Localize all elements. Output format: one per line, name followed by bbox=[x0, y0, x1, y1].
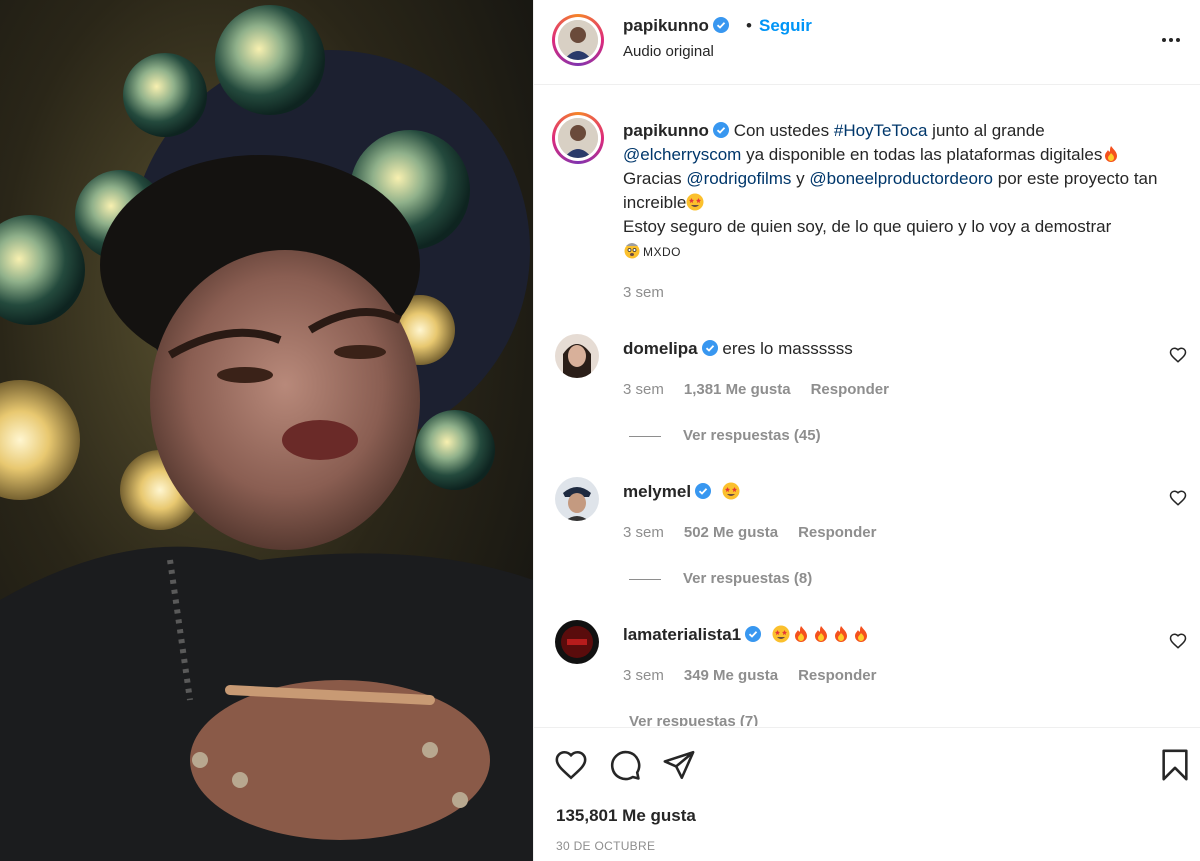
post-photo bbox=[0, 0, 533, 861]
author-avatar-photo bbox=[558, 20, 598, 60]
post-caption: papikunno Con ustedes #HoyTeToca junto a… bbox=[623, 119, 1189, 264]
caption-text-7: Estoy seguro de quien soy, de lo que qui… bbox=[623, 217, 1112, 236]
star-struck-emoji-icon bbox=[686, 193, 704, 211]
author-username[interactable]: papikunno bbox=[623, 16, 729, 36]
comment-1-reply-button[interactable]: Responder bbox=[811, 381, 889, 398]
comment-2-meta: 3 sem 502 Me gusta Responder bbox=[623, 524, 896, 541]
heart-icon[interactable] bbox=[554, 748, 588, 782]
comment-3-username[interactable]: lamaterialista1 bbox=[623, 625, 741, 644]
commenter-avatar-photo bbox=[555, 620, 599, 664]
view-replies-button[interactable]: Ver respuestas (45) bbox=[629, 427, 821, 444]
comment-icon[interactable] bbox=[608, 748, 642, 782]
commenter-avatar-photo bbox=[555, 334, 599, 378]
star-struck-emoji-icon bbox=[722, 482, 740, 500]
post-date[interactable]: 30 DE OCTUBRE bbox=[556, 839, 655, 853]
fire-emoji-icon bbox=[814, 626, 827, 642]
view-replies-button[interactable]: Ver respuestas (7) bbox=[629, 713, 758, 726]
caption-text-1: Con ustedes bbox=[733, 121, 830, 140]
post-view: papikunno • Seguir Audio original papiku… bbox=[0, 0, 1200, 861]
view-replies-button[interactable]: Ver respuestas (8) bbox=[629, 570, 812, 587]
caption-text-2: junto al grande bbox=[932, 121, 1045, 140]
caption-time[interactable]: 3 sem bbox=[623, 284, 664, 301]
author-username-text[interactable]: papikunno bbox=[623, 16, 709, 35]
author-avatar[interactable] bbox=[552, 14, 604, 66]
caption-avatar[interactable] bbox=[552, 112, 604, 164]
view-replies-label[interactable]: Ver respuestas (45) bbox=[683, 427, 821, 444]
verified-badge-icon bbox=[712, 122, 729, 138]
post-header: papikunno • Seguir Audio original bbox=[534, 0, 1200, 85]
comment-1-text: eres lo massssss bbox=[722, 339, 853, 358]
send-icon[interactable] bbox=[662, 748, 696, 782]
bookmark-icon[interactable] bbox=[1158, 748, 1192, 782]
view-replies-label[interactable]: Ver respuestas (8) bbox=[683, 570, 812, 587]
verified-badge-icon bbox=[745, 626, 762, 642]
comments-list[interactable]: papikunno Con ustedes #HoyTeToca junto a… bbox=[534, 86, 1200, 726]
comment-2-likes[interactable]: 502 Me gusta bbox=[684, 524, 778, 541]
post-media[interactable] bbox=[0, 0, 533, 861]
caption-text-4: Gracias bbox=[623, 169, 682, 188]
comment-like-heart-icon[interactable] bbox=[1169, 489, 1187, 507]
more-options-icon[interactable] bbox=[1159, 28, 1183, 52]
comment-3-likes[interactable]: 349 Me gusta bbox=[684, 667, 778, 684]
comment-1-time[interactable]: 3 sem bbox=[623, 381, 664, 398]
fire-emoji-icon bbox=[794, 626, 807, 642]
comment-1-username[interactable]: domelipa bbox=[623, 339, 698, 358]
fire-emoji-icon bbox=[854, 626, 867, 642]
comment-1-meta: 3 sem 1,381 Me gusta Responder bbox=[623, 381, 909, 398]
comment-1: domelipa eres lo massssss bbox=[623, 339, 853, 359]
caption-text-3: ya disponible en todas las plataformas d… bbox=[746, 145, 1103, 164]
comment-3-reply-button[interactable]: Responder bbox=[798, 667, 876, 684]
view-replies-label[interactable]: Ver respuestas (7) bbox=[629, 713, 758, 726]
post-actions: 135,801 Me gusta 30 DE OCTUBRE bbox=[534, 727, 1200, 861]
verified-badge-icon bbox=[695, 483, 712, 499]
caption-text-8: MXDO bbox=[643, 245, 681, 259]
caption-avatar-photo bbox=[558, 118, 598, 158]
mention-link-elcherryscom[interactable]: @elcherryscom bbox=[623, 145, 741, 164]
audio-label[interactable]: Audio original bbox=[623, 43, 714, 60]
comment-like-heart-icon[interactable] bbox=[1169, 346, 1187, 364]
comment-1-likes[interactable]: 1,381 Me gusta bbox=[684, 381, 791, 398]
mention-link-rodrigofilms[interactable]: @rodrigofilms bbox=[686, 169, 791, 188]
comment-3-time[interactable]: 3 sem bbox=[623, 667, 664, 684]
comment-like-heart-icon[interactable] bbox=[1169, 632, 1187, 650]
commenter-avatar-melymel[interactable] bbox=[555, 477, 599, 521]
fire-emoji-icon bbox=[1105, 146, 1118, 162]
comment-2-time[interactable]: 3 sem bbox=[623, 524, 664, 541]
fire-emoji-icon bbox=[834, 626, 847, 642]
verified-badge-icon bbox=[701, 340, 718, 356]
comment-3-meta: 3 sem 349 Me gusta Responder bbox=[623, 667, 896, 684]
caption-text-5: y bbox=[796, 169, 805, 188]
commenter-avatar-photo bbox=[555, 477, 599, 521]
caption-username[interactable]: papikunno bbox=[623, 121, 709, 140]
hashtag-link[interactable]: #HoyTeToca bbox=[834, 121, 928, 140]
comment-2: melymel bbox=[623, 482, 742, 502]
likes-count[interactable]: 135,801 Me gusta bbox=[556, 806, 696, 826]
commenter-avatar-lamaterialista1[interactable] bbox=[555, 620, 599, 664]
star-struck-emoji-icon bbox=[772, 625, 790, 643]
follow-button[interactable]: Seguir bbox=[759, 16, 812, 36]
comment-2-username[interactable]: melymel bbox=[623, 482, 691, 501]
mention-link-boneelproductordeoro[interactable]: @boneelproductordeoro bbox=[809, 169, 993, 188]
commenter-avatar-domelipa[interactable] bbox=[555, 334, 599, 378]
comment-2-reply-button[interactable]: Responder bbox=[798, 524, 876, 541]
mind-blown-emoji-icon bbox=[624, 243, 640, 259]
verified-badge-icon bbox=[712, 17, 729, 33]
header-separator: • bbox=[746, 16, 752, 35]
comment-3: lamaterialista1 bbox=[623, 625, 872, 645]
post-side-panel: papikunno • Seguir Audio original papiku… bbox=[533, 0, 1200, 861]
